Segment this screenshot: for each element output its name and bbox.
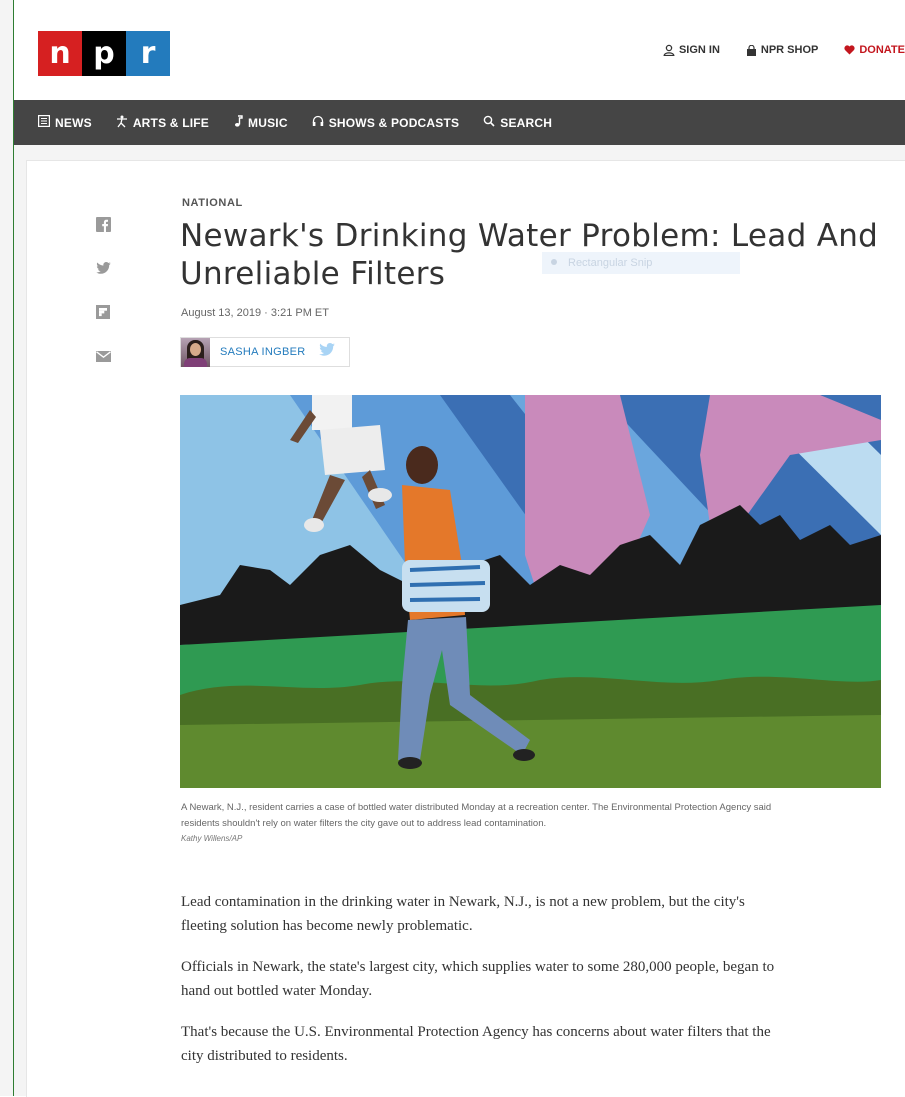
window-edge <box>0 0 14 1096</box>
snip-overlay: Rectangular Snip <box>542 252 740 274</box>
nav-arts-life-label: ARTS & LIFE <box>132 115 210 130</box>
article-body: Lead contamination in the drinking water… <box>181 890 781 1085</box>
utility-links: SIGN IN NPR SHOP DONATE <box>637 44 905 56</box>
search-icon <box>483 115 495 130</box>
flipboard-icon[interactable] <box>94 303 112 321</box>
headphones-icon <box>312 115 324 130</box>
paragraph: Officials in Newark, the state's largest… <box>181 959 775 999</box>
logo-letter-n: n <box>38 31 82 76</box>
nav-music[interactable]: MUSIC <box>233 115 288 130</box>
byline: SASHA INGBER <box>180 337 350 367</box>
photo-caption: A Newark, N.J., resident carries a case … <box>181 802 772 829</box>
paragraph: That's because the U.S. Environmental Pr… <box>181 1024 771 1064</box>
npr-logo[interactable]: n p r <box>38 31 170 76</box>
bag-icon <box>746 44 757 56</box>
site-header: n p r SIGN IN NPR SHOP DONATE <box>14 8 905 98</box>
sign-in-label: SIGN IN <box>678 44 720 56</box>
share-tools <box>94 215 112 391</box>
publish-date: August 13, 2019 · 3:21 PM ET <box>181 307 329 319</box>
nav-search[interactable]: SEARCH <box>483 115 552 130</box>
twitter-icon[interactable] <box>94 259 112 277</box>
nav-shows-podcasts[interactable]: SHOWS & PODCASTS <box>312 115 460 130</box>
snip-icon <box>550 257 558 269</box>
article-photo[interactable] <box>180 395 881 788</box>
nav-arts-life[interactable]: ARTS & LIFE <box>116 115 209 131</box>
author-name[interactable]: SASHA INGBER <box>220 346 306 358</box>
nav-music-label: MUSIC <box>248 115 288 130</box>
donate-link[interactable]: DONATE <box>844 44 905 56</box>
nav-shows-podcasts-label: SHOWS & PODCASTS <box>328 115 460 130</box>
music-note-icon <box>233 115 243 130</box>
photo-credit: Kathy Willens/AP <box>181 834 243 843</box>
main-nav: NEWS ARTS & LIFE MUSIC SHOWS & PODCASTS … <box>14 100 905 145</box>
section-slug[interactable]: NATIONAL <box>182 197 243 209</box>
logo-letter-r: r <box>126 31 170 76</box>
news-icon <box>38 115 51 130</box>
npr-shop-link[interactable]: NPR SHOP <box>746 44 818 56</box>
heart-icon <box>844 45 855 55</box>
snip-overlay-label: Rectangular Snip <box>568 257 653 269</box>
nav-news-label: NEWS <box>55 115 92 130</box>
facebook-icon[interactable] <box>94 215 112 233</box>
person-icon <box>663 44 675 56</box>
donate-label: DONATE <box>859 44 905 56</box>
logo-letter-p: p <box>82 31 126 76</box>
article-title: Newark's Drinking Water Problem: Lead An… <box>180 218 879 292</box>
nav-news[interactable]: NEWS <box>38 115 92 130</box>
arts-icon <box>116 115 128 131</box>
email-icon[interactable] <box>94 347 112 365</box>
npr-shop-label: NPR SHOP <box>760 44 819 56</box>
sign-in-link[interactable]: SIGN IN <box>663 44 720 56</box>
author-twitter-icon[interactable] <box>318 343 335 361</box>
author-avatar[interactable] <box>181 337 210 367</box>
paragraph: Lead contamination in the drinking water… <box>181 894 745 934</box>
nav-search-label: SEARCH <box>500 115 553 130</box>
